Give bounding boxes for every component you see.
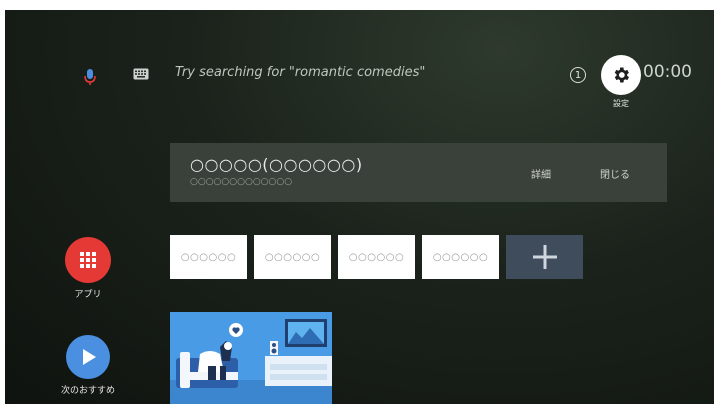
notification-count-icon[interactable]: 1: [570, 67, 586, 83]
mic-icon[interactable]: [83, 68, 97, 86]
search-bar: Try searching for "romantic comedies" 1 …: [5, 10, 714, 140]
apps-label: アプリ: [74, 290, 102, 300]
app-tile[interactable]: ○○○○○○: [170, 235, 247, 279]
tv-home-screen: Try searching for "romantic comedies" 1 …: [5, 10, 714, 404]
clock: 00:00: [643, 62, 692, 82]
app-tile[interactable]: ○○○○○○: [422, 235, 499, 279]
notification-card[interactable]: ○○○○○(○○○○○○) ○○○○○○○○○○○○○ 詳細 閉じる: [170, 143, 667, 202]
recommendation-thumbnail[interactable]: [170, 312, 332, 404]
search-input[interactable]: Try searching for "romantic comedies": [175, 65, 425, 80]
plus-icon: [532, 245, 557, 269]
grid-icon: [80, 252, 96, 268]
notification-subtitle: ○○○○○○○○○○○○○: [190, 177, 293, 187]
settings-button[interactable]: [601, 55, 641, 95]
recommendations-label: 次のおすすめ: [60, 386, 115, 396]
gear-icon: [614, 67, 629, 83]
apps-button[interactable]: [65, 237, 111, 283]
play-icon: [83, 349, 96, 365]
settings-label: 設定: [613, 99, 629, 108]
keyboard-icon[interactable]: [133, 68, 149, 80]
app-tile[interactable]: ○○○○○○: [254, 235, 331, 279]
recommendations-button[interactable]: [66, 335, 110, 379]
add-app-button[interactable]: [506, 235, 583, 279]
app-tile[interactable]: ○○○○○○: [338, 235, 415, 279]
notification-title: ○○○○○(○○○○○○): [190, 155, 363, 174]
close-button[interactable]: 閉じる: [600, 166, 630, 181]
living-room-illustration: [170, 312, 332, 404]
details-button[interactable]: 詳細: [531, 166, 551, 181]
